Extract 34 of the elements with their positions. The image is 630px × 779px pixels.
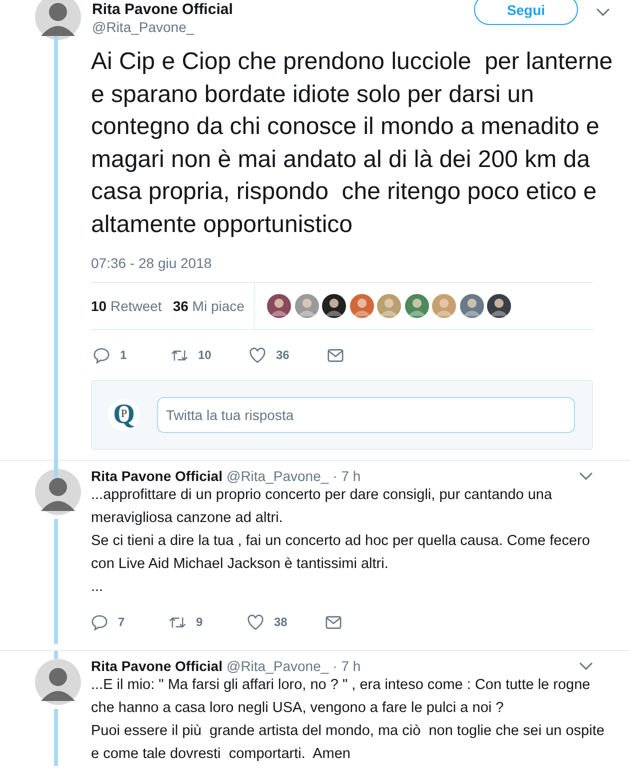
reply-text: ...approfittare di un proprio concerto per dare consigli, pur cantando una meravigliosa canzone ad altri. (91, 486, 554, 528)
reply-input[interactable]: Twitta la tua risposta (157, 397, 575, 433)
action-button[interactable]: 38 (247, 614, 325, 630)
timestamp[interactable]: · 7 h (332, 468, 361, 484)
reply-icon (91, 614, 108, 630)
action-button[interactable]: 1 (93, 346, 171, 364)
author-name: Rita Pavone Official (91, 468, 222, 484)
chevron-down-icon[interactable] (579, 662, 593, 670)
stat-link[interactable]: 36 Mi piace (172, 298, 244, 314)
author-name: Rita Pavone Official (91, 658, 222, 674)
action-button[interactable]: 36 (249, 346, 327, 364)
envelope-icon (327, 346, 344, 364)
timestamp[interactable]: 07:36 - 28 giu 2018 (91, 255, 593, 271)
author-handle: @Rita_Pavone_ (92, 19, 196, 35)
follow-button[interactable]: Segui (474, 0, 578, 25)
chevron-down-icon[interactable] (596, 8, 610, 16)
author-handle: @Rita_Pavone_ (226, 658, 329, 674)
chevron-down-icon[interactable] (579, 472, 593, 480)
reply-text: ... (91, 578, 104, 597)
timestamp[interactable]: · 7 h (332, 658, 361, 674)
action-button[interactable]: 10 (171, 346, 249, 364)
reply-text: ...E il mio: " Ma farsi gli affari loro, no ? " , era inteso come : Con tutte le rogne che hanno a casa loro negli USA, vengono a fare le pulci a noi ? (91, 676, 592, 718)
tweet-text: Ai Cip e Ciop che prendono lucciole per lanterne e sparano bordate idiote solo per darsi un contegno da chi conosce il mondo a menadito e magari non è mai andato al di là dei 200 km da casa propria, rispondo che ritengo poco etico e altamente opportunistico (91, 47, 614, 240)
action-button[interactable]: 9 (169, 614, 247, 630)
author-handle: @Rita_Pavone_ (226, 468, 329, 484)
heart-icon (249, 346, 266, 364)
stat-link[interactable]: 10 Retweet (91, 298, 162, 314)
author-name: Rita Pavone Official (92, 2, 233, 18)
heart-icon (247, 614, 264, 630)
reply-icon (93, 346, 110, 364)
envelope-icon (325, 614, 342, 630)
reply-text: Puoi essere il più grande artista del mondo, ma ciò non toglie che sei un ospite e come tale dovresti comportarti. Amen (91, 722, 606, 764)
action-button[interactable]: 7 (91, 614, 169, 630)
reply-text: Se ci tieni a dire la tua , fai un concerto ad hoc per quella causa. Come fecero con Live Aid Michael Jackson è tantissimi altri. (91, 532, 591, 574)
